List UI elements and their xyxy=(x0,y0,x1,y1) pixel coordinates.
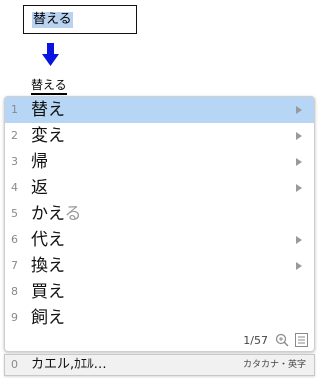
down-arrow-icon xyxy=(42,43,59,66)
katakana-conversion-bar[interactable]: 0 カエル,ｶｴﾙ… カタカナ・英字 xyxy=(4,354,315,376)
candidate-text: 買え xyxy=(31,279,65,305)
candidate-main-text: 買え xyxy=(31,282,65,302)
candidate-main-text: 返 xyxy=(31,178,48,198)
candidate-main-text: 替え xyxy=(31,100,65,120)
candidate-row[interactable]: 8 買え xyxy=(5,279,314,305)
submenu-arrow-icon[interactable] xyxy=(296,106,302,114)
candidate-number: 8 xyxy=(11,285,18,298)
candidate-suffix-text: る xyxy=(64,204,82,224)
candidate-text: 飼え xyxy=(31,305,65,331)
submenu-arrow-icon[interactable] xyxy=(296,236,302,244)
input-selected-text: 替える xyxy=(32,12,73,28)
candidate-number: 7 xyxy=(11,259,18,272)
submenu-arrow-icon[interactable] xyxy=(296,184,302,192)
candidate-row[interactable]: 6 代え xyxy=(5,227,314,253)
candidate-footer: 1/57 xyxy=(5,331,314,351)
bottom-bar-candidate: カエル,ｶｴﾙ… xyxy=(31,357,107,372)
candidate-main-text: 帰 xyxy=(31,152,48,172)
candidate-row[interactable]: 1 替え xyxy=(5,97,314,123)
candidate-row[interactable]: 4返 xyxy=(5,175,314,201)
candidate-number: 9 xyxy=(11,311,18,324)
zoom-in-icon[interactable] xyxy=(275,333,289,347)
candidate-number: 3 xyxy=(11,155,18,168)
candidate-text: 換え xyxy=(31,253,65,279)
submenu-arrow-icon[interactable] xyxy=(296,132,302,140)
candidate-text: 帰 xyxy=(31,149,48,175)
bottom-bar-mode-label: カタカナ・英字 xyxy=(242,360,306,370)
candidate-text: かえる xyxy=(31,201,82,227)
candidate-text: 変え xyxy=(31,123,65,149)
candidate-window: 1 替え 2 変え 3 帰 4 返 5 かえる 6 代え 7 換え 8 買え 9 飼え 1/57 xyxy=(4,96,315,352)
candidate-number: 1 xyxy=(11,103,18,116)
submenu-arrow-icon[interactable] xyxy=(296,262,302,270)
candidate-row[interactable]: 9 飼え xyxy=(5,305,314,331)
candidate-number: 4 xyxy=(11,181,18,194)
list-icon[interactable] xyxy=(295,333,308,347)
candidate-main-text: 変え xyxy=(31,126,65,146)
candidate-list: 1 替え 2 変え 3 帰 4 返 5 かえる 6 代え 7 換え 8 買え 9 飼え xyxy=(5,97,314,331)
candidate-text: 返 xyxy=(31,175,48,201)
candidate-row[interactable]: 2 変え xyxy=(5,123,314,149)
candidate-row[interactable]: 5 かえる xyxy=(5,201,314,227)
candidate-main-text: 飼え xyxy=(31,308,65,328)
candidate-number: 5 xyxy=(11,207,18,220)
page-indicator: 1/57 xyxy=(243,334,268,347)
composing-text: 替える xyxy=(31,78,67,95)
candidate-number: 2 xyxy=(11,129,18,142)
text-input-field[interactable]: 替える xyxy=(23,5,137,34)
candidate-row[interactable]: 3帰 xyxy=(5,149,314,175)
bottom-bar-number: 0 xyxy=(11,358,18,371)
candidate-text: 替え xyxy=(31,97,65,123)
candidate-main-text: 換え xyxy=(31,256,65,276)
submenu-arrow-icon[interactable] xyxy=(296,158,302,166)
candidate-number: 6 xyxy=(11,233,18,246)
candidate-main-text: かえ xyxy=(31,204,65,224)
candidate-text: 代え xyxy=(31,227,65,253)
candidate-main-text: 代え xyxy=(31,230,65,250)
candidate-row[interactable]: 7 換え xyxy=(5,253,314,279)
